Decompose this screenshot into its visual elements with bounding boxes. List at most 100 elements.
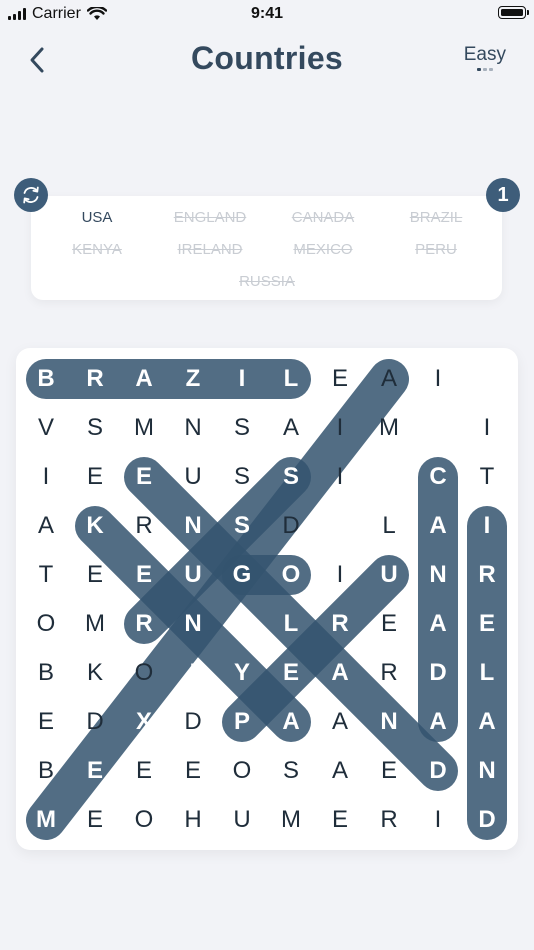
grid-cell[interactable]: L <box>267 600 315 648</box>
grid-cell[interactable]: N <box>365 698 413 746</box>
grid-cell[interactable]: B <box>22 747 70 795</box>
grid-cell[interactable]: M <box>120 404 168 452</box>
grid-cell[interactable]: V <box>22 404 70 452</box>
grid-cell[interactable]: A <box>120 355 168 403</box>
grid-cell[interactable]: A <box>22 502 70 550</box>
grid-cell[interactable]: N <box>169 502 217 550</box>
grid-cell[interactable]: R <box>120 502 168 550</box>
grid-cell[interactable]: U <box>218 796 266 844</box>
grid-cell[interactable]: M <box>463 355 511 403</box>
grid-cell[interactable]: D <box>267 502 315 550</box>
grid-cell[interactable]: D <box>463 796 511 844</box>
grid-cell[interactable]: Y <box>218 649 266 697</box>
grid-cell[interactable]: S <box>218 404 266 452</box>
grid-cell[interactable]: U <box>169 453 217 501</box>
grid-cell[interactable]: E <box>22 698 70 746</box>
grid-cell[interactable]: D <box>414 747 462 795</box>
grid-cell[interactable]: O <box>22 600 70 648</box>
grid-cell[interactable]: A <box>414 502 462 550</box>
grid-cell[interactable]: E <box>267 649 315 697</box>
grid-cell[interactable]: N <box>463 747 511 795</box>
grid-cell[interactable]: E <box>365 747 413 795</box>
grid-cell[interactable]: O <box>218 747 266 795</box>
grid-cell[interactable]: A <box>414 698 462 746</box>
grid-cell[interactable]: S <box>267 453 315 501</box>
grid-cell[interactable]: E <box>71 551 119 599</box>
grid-cell[interactable]: R <box>463 551 511 599</box>
grid-cell[interactable]: A <box>316 698 364 746</box>
grid-cell[interactable]: E <box>71 453 119 501</box>
grid-cell[interactable]: A <box>267 698 315 746</box>
grid-cell[interactable]: E <box>316 796 364 844</box>
grid-cell[interactable]: I <box>414 796 462 844</box>
grid-cell[interactable]: X <box>120 698 168 746</box>
grid-cell[interactable]: I <box>316 551 364 599</box>
grid-cell[interactable]: O <box>120 796 168 844</box>
grid-cell[interactable]: E <box>316 355 364 403</box>
grid-cell[interactable]: N <box>414 551 462 599</box>
grid-cell[interactable]: A <box>316 747 364 795</box>
grid-cell[interactable]: L <box>365 502 413 550</box>
grid-cell[interactable]: E <box>120 747 168 795</box>
refresh-button[interactable] <box>14 178 48 212</box>
grid-cell[interactable]: S <box>218 502 266 550</box>
grid-cell[interactable]: M <box>22 796 70 844</box>
grid-cell[interactable]: R <box>365 649 413 697</box>
grid-cell[interactable]: A <box>267 404 315 452</box>
grid-cell[interactable]: I <box>463 502 511 550</box>
grid-cell[interactable]: D <box>414 649 462 697</box>
grid-cell[interactable]: R <box>365 796 413 844</box>
grid-cell[interactable]: E <box>71 796 119 844</box>
grid-cell[interactable]: A <box>316 502 364 550</box>
grid-cell[interactable]: A <box>316 649 364 697</box>
grid-cell[interactable]: A <box>365 355 413 403</box>
grid-cell[interactable]: M <box>267 796 315 844</box>
grid-cell[interactable]: E <box>71 747 119 795</box>
grid-cell[interactable]: C <box>218 600 266 648</box>
grid-cell[interactable]: S <box>267 747 315 795</box>
grid-cell[interactable]: E <box>463 600 511 648</box>
grid-cell[interactable]: E <box>169 747 217 795</box>
grid-cell[interactable]: B <box>22 649 70 697</box>
grid-cell[interactable]: I <box>22 453 70 501</box>
grid-cell[interactable]: S <box>71 404 119 452</box>
grid-cell[interactable]: S <box>218 453 266 501</box>
grid-cell[interactable]: L <box>267 355 315 403</box>
grid-cell[interactable]: B <box>22 355 70 403</box>
grid-cell[interactable]: U <box>365 551 413 599</box>
grid-cell[interactable]: H <box>365 453 413 501</box>
grid-cell[interactable]: N <box>169 600 217 648</box>
grid-cell[interactable]: O <box>120 649 168 697</box>
grid-cell[interactable]: I <box>414 355 462 403</box>
grid-cell[interactable]: T <box>22 551 70 599</box>
grid-cell[interactable]: M <box>365 404 413 452</box>
grid-cell[interactable]: D <box>169 698 217 746</box>
grid-cell[interactable]: A <box>463 698 511 746</box>
grid-cell[interactable]: H <box>169 796 217 844</box>
grid-cell[interactable]: K <box>71 502 119 550</box>
grid-cell[interactable]: D <box>71 698 119 746</box>
grid-cell[interactable]: I <box>218 355 266 403</box>
grid-cell[interactable]: I <box>463 404 511 452</box>
word-search-board[interactable]: BRAZILEAIMVSMNSAIMLIIEEUSSIHCTAKRNSDALAI… <box>16 348 518 850</box>
grid-cell[interactable]: R <box>316 600 364 648</box>
grid-cell[interactable]: I <box>316 404 364 452</box>
grid-cell[interactable]: A <box>414 600 462 648</box>
difficulty-selector[interactable]: Easy <box>464 44 506 71</box>
grid-cell[interactable]: E <box>365 600 413 648</box>
grid-cell[interactable]: K <box>71 649 119 697</box>
grid-cell[interactable]: M <box>71 600 119 648</box>
grid-cell[interactable]: O <box>267 551 315 599</box>
grid-cell[interactable]: E <box>120 551 168 599</box>
grid-cell[interactable]: I <box>316 453 364 501</box>
grid-cell[interactable]: R <box>71 355 119 403</box>
grid-cell[interactable]: E <box>120 453 168 501</box>
grid-cell[interactable]: G <box>218 551 266 599</box>
grid-cell[interactable]: I <box>169 649 217 697</box>
grid-cell[interactable]: P <box>218 698 266 746</box>
grid-cell[interactable]: L <box>414 404 462 452</box>
grid-cell[interactable]: C <box>414 453 462 501</box>
grid-cell[interactable]: T <box>463 453 511 501</box>
grid-cell[interactable]: Z <box>169 355 217 403</box>
grid-cell[interactable]: L <box>463 649 511 697</box>
